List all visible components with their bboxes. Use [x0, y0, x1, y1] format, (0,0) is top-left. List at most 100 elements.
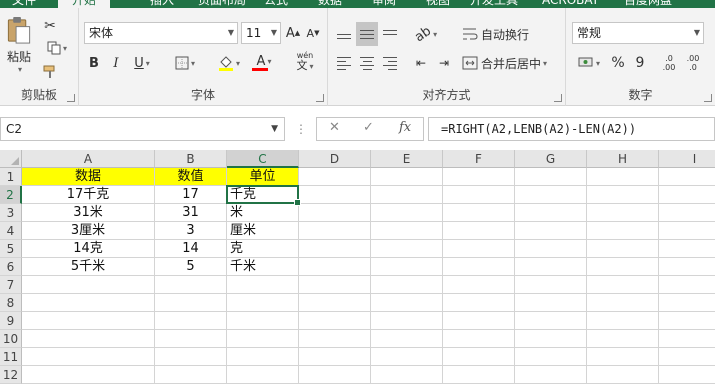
- column-header-a[interactable]: A: [22, 150, 155, 168]
- cell-h3[interactable]: [587, 204, 659, 222]
- cell-e12[interactable]: [371, 366, 443, 384]
- cell-c10[interactable]: [227, 330, 299, 348]
- font-color-button[interactable]: A ▾: [249, 52, 279, 74]
- decrease-decimal-button[interactable]: .00 .0: [682, 52, 704, 74]
- align-left-button[interactable]: [333, 52, 355, 74]
- cell-g10[interactable]: [515, 330, 587, 348]
- cell-e1[interactable]: [371, 168, 443, 186]
- cell-i7[interactable]: [659, 276, 715, 294]
- column-header-e[interactable]: E: [371, 150, 443, 168]
- cell-f3[interactable]: [443, 204, 515, 222]
- cell-h10[interactable]: [587, 330, 659, 348]
- insert-function-icon[interactable]: fx: [399, 120, 411, 135]
- cell-h11[interactable]: [587, 348, 659, 366]
- cell-b6[interactable]: 5: [155, 258, 227, 276]
- wrap-text-button[interactable]: 自动换行: [462, 22, 536, 46]
- cell-f2[interactable]: [443, 186, 515, 204]
- cell-e2[interactable]: [371, 186, 443, 204]
- bottom-align-button[interactable]: [379, 22, 401, 46]
- row-header-5[interactable]: 5: [0, 240, 22, 258]
- cell-b8[interactable]: [155, 294, 227, 312]
- cell-b7[interactable]: [155, 276, 227, 294]
- cell-b9[interactable]: [155, 312, 227, 330]
- cell-i2[interactable]: [659, 186, 715, 204]
- cell-e5[interactable]: [371, 240, 443, 258]
- top-align-button[interactable]: [333, 22, 355, 46]
- cell-e3[interactable]: [371, 204, 443, 222]
- number-dialog-launcher[interactable]: [704, 94, 712, 102]
- cell-h12[interactable]: [587, 366, 659, 384]
- cell-g8[interactable]: [515, 294, 587, 312]
- cell-f11[interactable]: [443, 348, 515, 366]
- cell-f9[interactable]: [443, 312, 515, 330]
- cell-g12[interactable]: [515, 366, 587, 384]
- shrink-font-button[interactable]: A ▼: [304, 23, 322, 43]
- cell-h7[interactable]: [587, 276, 659, 294]
- cell-c12[interactable]: [227, 366, 299, 384]
- cell-f10[interactable]: [443, 330, 515, 348]
- cell-g11[interactable]: [515, 348, 587, 366]
- cell-f8[interactable]: [443, 294, 515, 312]
- cell-i11[interactable]: [659, 348, 715, 366]
- cell-c7[interactable]: [227, 276, 299, 294]
- row-header-10[interactable]: 10: [0, 330, 22, 348]
- cut-button[interactable]: ✂: [40, 16, 60, 36]
- cell-d10[interactable]: [299, 330, 371, 348]
- cell-f4[interactable]: [443, 222, 515, 240]
- cell-e10[interactable]: [371, 330, 443, 348]
- cell-i5[interactable]: [659, 240, 715, 258]
- cell-b12[interactable]: [155, 366, 227, 384]
- cell-g2[interactable]: [515, 186, 587, 204]
- merge-center-button[interactable]: 合并后居中 ▾: [462, 52, 558, 74]
- cell-d5[interactable]: [299, 240, 371, 258]
- tab-data[interactable]: 数据: [318, 0, 342, 8]
- increase-indent-button[interactable]: ⇥: [433, 52, 455, 74]
- grow-font-button[interactable]: A ▲: [284, 23, 302, 43]
- cell-h5[interactable]: [587, 240, 659, 258]
- italic-button[interactable]: I: [106, 52, 126, 74]
- tab-home[interactable]: 开始: [58, 0, 110, 8]
- cell-c1[interactable]: 单位: [227, 168, 299, 186]
- cell-f6[interactable]: [443, 258, 515, 276]
- formula-input[interactable]: =RIGHT(A2,LENB(A2)-LEN(A2)): [428, 117, 715, 141]
- orientation-button[interactable]: ab ▾: [410, 22, 442, 46]
- name-box[interactable]: C2 ▼: [0, 117, 285, 141]
- tab-review[interactable]: 审阅: [372, 0, 396, 8]
- cell-d9[interactable]: [299, 312, 371, 330]
- column-header-i[interactable]: I: [659, 150, 715, 168]
- cell-d11[interactable]: [299, 348, 371, 366]
- row-header-7[interactable]: 7: [0, 276, 22, 294]
- row-header-9[interactable]: 9: [0, 312, 22, 330]
- cell-c9[interactable]: [227, 312, 299, 330]
- cell-a11[interactable]: [22, 348, 155, 366]
- cell-h1[interactable]: [587, 168, 659, 186]
- cell-g1[interactable]: [515, 168, 587, 186]
- accounting-format-button[interactable]: ▾: [572, 52, 606, 74]
- tab-page-layout[interactable]: 页面布局: [198, 0, 246, 8]
- cell-a4[interactable]: 3厘米: [22, 222, 155, 240]
- decrease-indent-button[interactable]: ⇤: [410, 52, 432, 74]
- align-center-button[interactable]: [356, 52, 378, 74]
- cell-d8[interactable]: [299, 294, 371, 312]
- cell-h6[interactable]: [587, 258, 659, 276]
- cell-f12[interactable]: [443, 366, 515, 384]
- worksheet-grid[interactable]: ABCDEFGHI 1 2 3 4 5 6 7 8 9 10 11 12 数据 数值 单位 17千克 17 千克…: [0, 150, 715, 391]
- font-size-dropdown[interactable]: 11 ▼: [241, 22, 281, 44]
- row-header-8[interactable]: 8: [0, 294, 22, 312]
- paste-button[interactable]: 粘贴 ▾: [3, 16, 35, 74]
- copy-button[interactable]: ▾: [40, 38, 74, 58]
- cell-b11[interactable]: [155, 348, 227, 366]
- cell-a6[interactable]: 5千米: [22, 258, 155, 276]
- cell-b1[interactable]: 数值: [155, 168, 227, 186]
- font-dialog-launcher[interactable]: [316, 94, 324, 102]
- column-header-h[interactable]: H: [587, 150, 659, 168]
- clipboard-dialog-launcher[interactable]: [67, 94, 75, 102]
- cancel-icon[interactable]: ✕: [329, 120, 340, 135]
- tab-insert[interactable]: 插入: [150, 0, 174, 8]
- underline-button[interactable]: U ▾: [127, 52, 157, 74]
- column-header-g[interactable]: G: [515, 150, 587, 168]
- cell-i8[interactable]: [659, 294, 715, 312]
- cell-g7[interactable]: [515, 276, 587, 294]
- cell-c2[interactable]: 千克: [227, 186, 299, 204]
- cell-e9[interactable]: [371, 312, 443, 330]
